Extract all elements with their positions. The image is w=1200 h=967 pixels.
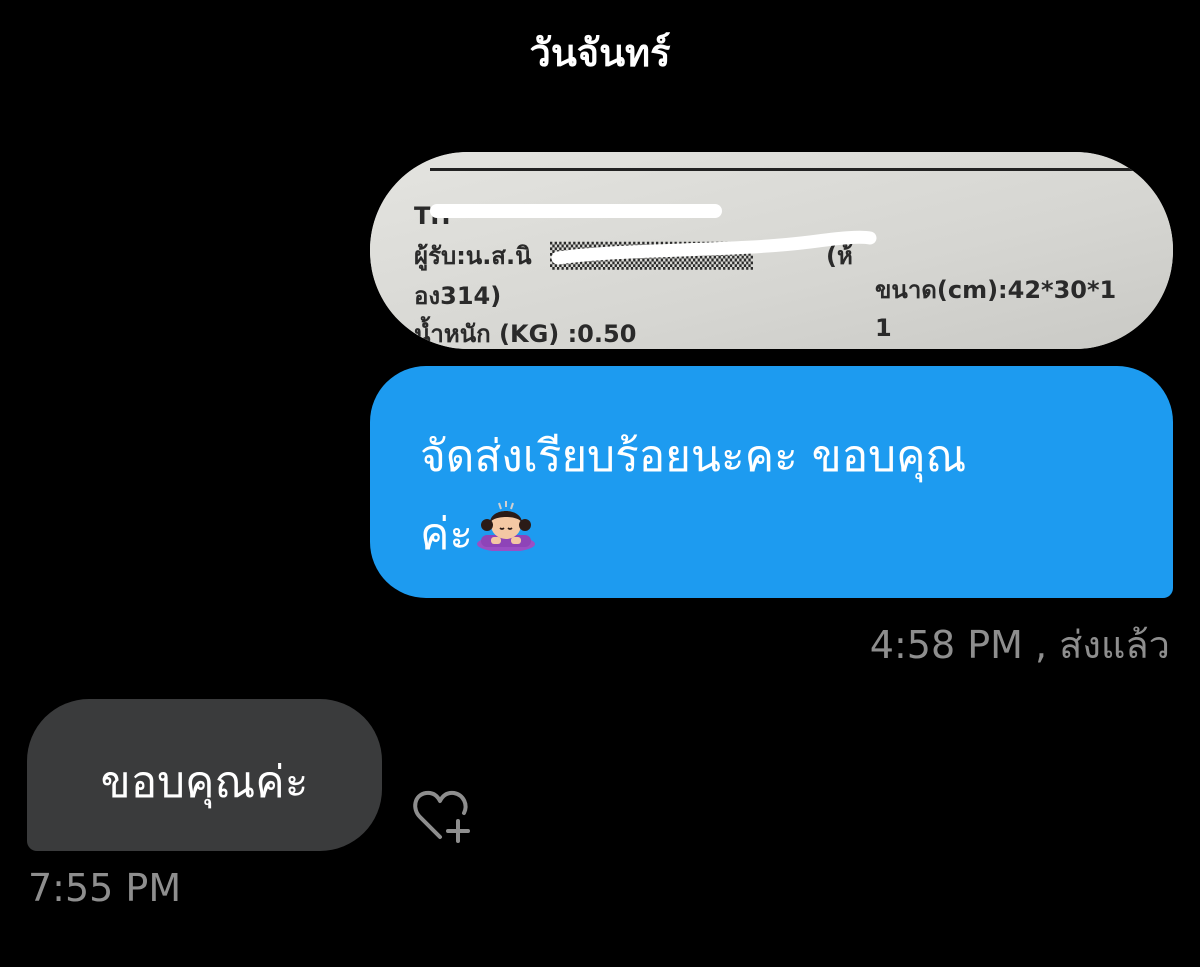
sent-photo[interactable]: TH ผู้รับ:น.ส.นิ ▒▒▒▒▒▒▒▒▒▒▒ (ห้ อง314) … bbox=[370, 152, 1173, 349]
person-bowing-emoji bbox=[475, 498, 537, 576]
sent-message-line-2-text: ค่ะ bbox=[420, 509, 474, 560]
received-message-time: 7:55 PM bbox=[28, 866, 182, 910]
sent-message-status: 4:58 PM , ส่งแล้ว bbox=[869, 623, 1170, 667]
receipt-line-recipient-tail: (ห้ bbox=[826, 242, 853, 270]
sent-message-line-1: จัดส่งเรียบร้อยนะคะ ขอบคุณ bbox=[420, 431, 967, 482]
receipt-line-recipient: ผู้รับ:น.ส.นิ bbox=[414, 242, 532, 271]
sent-message-bubble[interactable]: จัดส่งเรียบร้อยนะคะ ขอบคุณ ค่ะ bbox=[370, 366, 1173, 598]
receipt-photo: TH ผู้รับ:น.ส.นิ ▒▒▒▒▒▒▒▒▒▒▒ (ห้ อง314) … bbox=[370, 152, 1173, 349]
add-reaction-button[interactable] bbox=[410, 787, 476, 847]
receipt-line-room: อง314) bbox=[414, 282, 501, 310]
receipt-size: ขนาด(cm):42*30*1 bbox=[875, 276, 1116, 304]
received-message-bubble[interactable]: ขอบคุณค่ะ bbox=[27, 699, 382, 851]
heart-plus-icon bbox=[413, 790, 470, 843]
receipt-weight: น้ำหนัก (KG) :0.50 bbox=[414, 315, 636, 348]
sent-message-line-2: ค่ะ bbox=[420, 496, 1123, 576]
receipt-size-cont: 1 bbox=[875, 314, 892, 342]
day-separator: วันจันทร์ bbox=[529, 31, 671, 75]
